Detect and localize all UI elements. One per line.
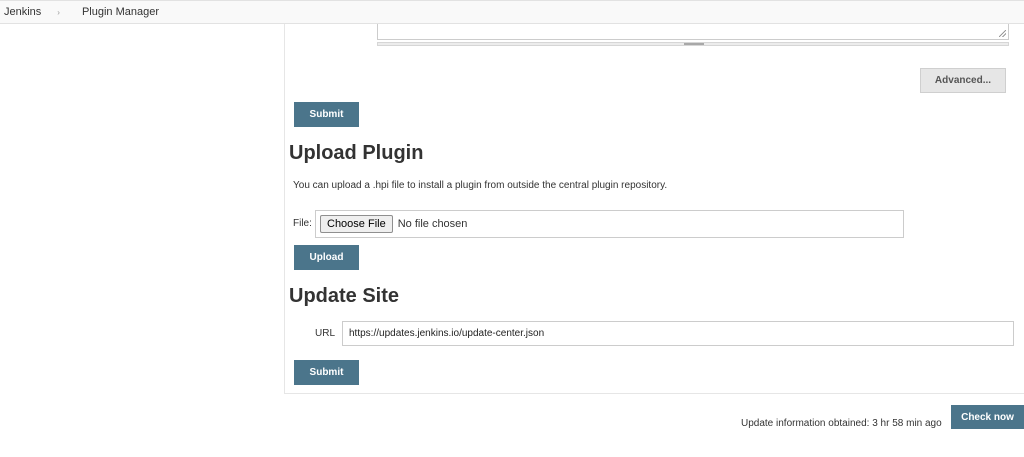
breadcrumb-item-plugin-manager[interactable]: Plugin Manager (78, 6, 159, 18)
upload-plugin-heading: Upload Plugin (289, 142, 424, 164)
update-info-status: Update information obtained: 3 hr 58 min… (741, 418, 942, 429)
update-site-heading: Update Site (289, 285, 400, 307)
url-label: URL (315, 328, 336, 339)
breadcrumb: Jenkins › Plugin Manager (0, 0, 1024, 24)
resize-grip-icon[interactable] (999, 30, 1006, 37)
horizontal-scrollbar[interactable] (377, 42, 1009, 46)
update-site-submit-button[interactable]: Submit (294, 360, 359, 385)
scrollbar-thumb[interactable] (684, 43, 704, 45)
proxy-submit-button[interactable]: Submit (294, 102, 359, 127)
breadcrumb-separator-icon: › (57, 7, 60, 17)
upload-plugin-description: You can upload a .hpi file to install a … (293, 180, 668, 191)
file-status-text: No file chosen (397, 218, 468, 230)
advanced-button[interactable]: Advanced... (920, 68, 1006, 93)
choose-file-button[interactable]: Choose File (320, 215, 393, 233)
plugin-manager-advanced-panel: Advanced... Submit Upload Plugin You can… (284, 24, 1024, 394)
check-now-button[interactable]: Check now (951, 405, 1024, 429)
no-proxy-host-textarea[interactable] (377, 24, 1009, 40)
update-site-url-input[interactable] (342, 321, 1014, 346)
file-input[interactable]: Choose File No file chosen (315, 210, 904, 238)
upload-button[interactable]: Upload (294, 245, 359, 270)
breadcrumb-item-jenkins[interactable]: Jenkins (0, 6, 41, 18)
file-label: File: (293, 218, 312, 229)
